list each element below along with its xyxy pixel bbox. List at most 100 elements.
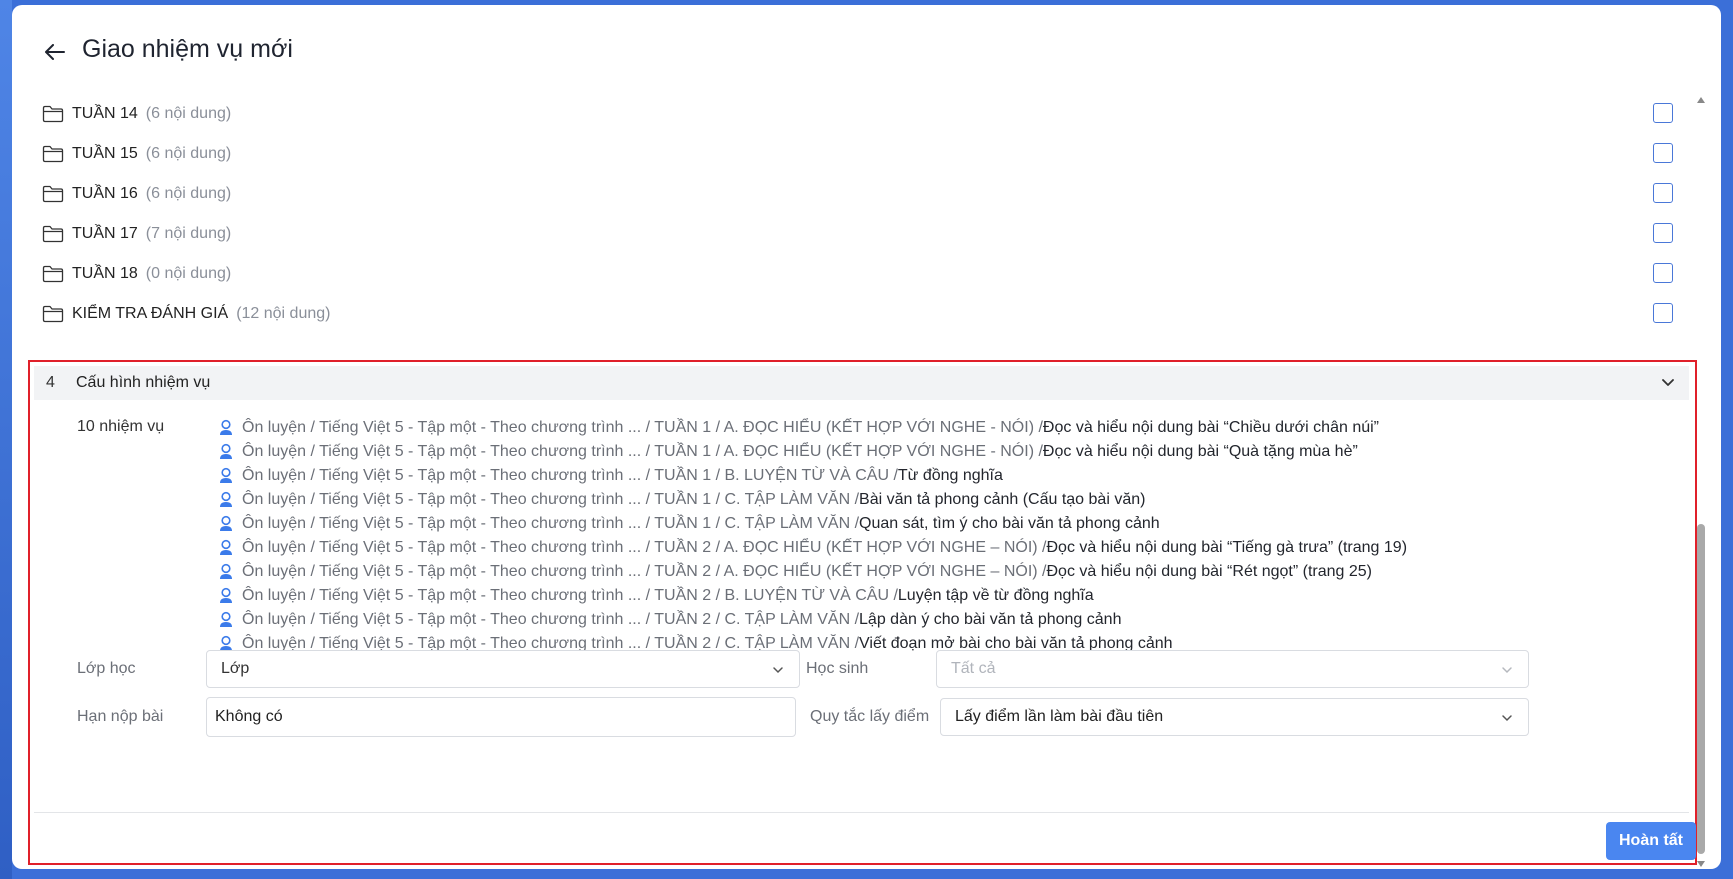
folder-checkbox[interactable] [1653, 103, 1673, 123]
folder-checkbox[interactable] [1653, 223, 1673, 243]
desktop-background [0, 0, 12, 879]
task-path: Ôn luyện / Tiếng Việt 5 - Tập một - Theo… [242, 419, 1043, 436]
folder-row[interactable]: TUẦN 14 (6 nội dung) [12, 95, 1692, 135]
user-icon [220, 515, 232, 531]
task-name: Từ đồng nghĩa [897, 467, 1003, 484]
task-name: Đọc và hiểu nội dung bài “Chiều dưới châ… [1042, 419, 1379, 436]
page-header: Giao nhiệm vụ mới [12, 5, 1721, 93]
task-path: Ôn luyện / Tiếng Việt 5 - Tập một - Theo… [242, 611, 860, 628]
user-icon [220, 443, 232, 459]
task-path: Ôn luyện / Tiếng Việt 5 - Tập một - Theo… [242, 563, 1047, 580]
divider [34, 812, 1689, 813]
folder-row[interactable]: TUẦN 17 (7 nội dung) [12, 215, 1692, 255]
folder-row[interactable]: KIỂM TRA ĐÁNH GIÁ (12 nội dung) [12, 295, 1692, 335]
folder-count: (6 nội dung) [145, 145, 232, 162]
task-path: Ôn luyện / Tiếng Việt 5 - Tập một - Theo… [242, 539, 1047, 556]
task-name: Lập dàn ý cho bài văn tả phong cảnh [859, 611, 1122, 628]
user-icon [220, 491, 232, 507]
folder-label: TUẦN 16 (6 nội dung) [72, 185, 231, 203]
folder-name: TUẦN 16 [72, 185, 138, 202]
chevron-down-icon [773, 667, 783, 674]
chevron-down-icon[interactable] [1659, 373, 1677, 391]
step-number: 4 [46, 374, 55, 391]
class-select-value: Lớp [221, 660, 250, 677]
folder-checkbox[interactable] [1653, 183, 1673, 203]
folder-count: (7 nội dung) [145, 225, 232, 242]
folder-name: TUẦN 15 [72, 145, 138, 162]
folder-checkbox[interactable] [1653, 303, 1673, 323]
folder-icon [42, 305, 64, 323]
task-item: Ôn luyện / Tiếng Việt 5 - Tập một - Theo… [218, 536, 1678, 560]
folder-name: KIỂM TRA ĐÁNH GIÁ [72, 305, 229, 322]
score-rule-select[interactable]: Lấy điểm lần làm bài đầu tiên [940, 698, 1529, 736]
back-arrow-icon[interactable] [40, 37, 70, 67]
task-path: Ôn luyện / Tiếng Việt 5 - Tập một - Theo… [242, 515, 860, 532]
folder-checkbox[interactable] [1653, 143, 1673, 163]
folder-row[interactable]: TUẦN 15 (6 nội dung) [12, 135, 1692, 175]
scroll-up-arrow-icon[interactable] [1697, 97, 1705, 103]
score-rule-label: Quy tắc lấy điểm [810, 708, 930, 725]
folder-icon [42, 225, 64, 243]
user-icon [220, 419, 232, 435]
deadline-label: Hạn nộp bài [77, 708, 164, 725]
folder-name: TUẦN 14 [72, 105, 138, 122]
task-name: Bài văn tả phong cảnh (Cấu tạo bài văn) [859, 491, 1146, 508]
folder-icon [42, 185, 64, 203]
task-config-section: 4 Cấu hình nhiệm vụ 10 nhiệm vụ Ôn luyện… [28, 360, 1697, 865]
folder-row[interactable]: TUẦN 16 (6 nội dung) [12, 175, 1692, 215]
task-item: Ôn luyện / Tiếng Việt 5 - Tập một - Theo… [218, 608, 1678, 632]
student-select[interactable]: Tất cả [936, 650, 1529, 688]
task-path: Ôn luyện / Tiếng Việt 5 - Tập một - Theo… [242, 587, 898, 604]
folder-count: (12 nội dung) [236, 305, 331, 322]
task-path: Ôn luyện / Tiếng Việt 5 - Tập một - Theo… [242, 443, 1043, 460]
tasks-count-label: 10 nhiệm vụ [77, 418, 165, 435]
folder-label: TUẦN 15 (6 nội dung) [72, 145, 231, 163]
folder-checkbox[interactable] [1653, 263, 1673, 283]
class-select[interactable]: Lớp [206, 650, 800, 688]
user-icon [220, 587, 232, 603]
task-item: Ôn luyện / Tiếng Việt 5 - Tập một - Theo… [218, 560, 1678, 584]
task-name: Đọc và hiểu nội dung bài “Rét ngọt” (tra… [1046, 563, 1373, 580]
task-name: Luyện tập về từ đồng nghĩa [897, 587, 1094, 604]
folder-count: (6 nội dung) [145, 185, 232, 202]
folder-icon [42, 105, 64, 123]
page-title: Giao nhiệm vụ mới [82, 35, 293, 63]
section-title: Cấu hình nhiệm vụ [76, 374, 211, 391]
app-window: Giao nhiệm vụ mới TUẦN 14 (6 nội dung) TUẦ… [12, 5, 1721, 869]
folder-icon [42, 265, 64, 283]
task-item: Ôn luyện / Tiếng Việt 5 - Tập một - Theo… [218, 512, 1678, 536]
task-path: Ôn luyện / Tiếng Việt 5 - Tập một - Theo… [242, 491, 860, 508]
deadline-input[interactable] [206, 697, 796, 737]
task-item: Ôn luyện / Tiếng Việt 5 - Tập một - Theo… [218, 416, 1678, 440]
folder-list: TUẦN 14 (6 nội dung) TUẦN 15 (6 nội dung) TU… [12, 95, 1692, 335]
folder-label: TUẦN 17 (7 nội dung) [72, 225, 231, 243]
scroll-down-arrow-icon[interactable] [1697, 861, 1705, 867]
chevron-down-icon [1502, 715, 1512, 722]
task-item: Ôn luyện / Tiếng Việt 5 - Tập một - Theo… [218, 488, 1678, 512]
user-icon [220, 539, 232, 555]
student-label: Học sinh [806, 660, 869, 677]
class-label: Lớp học [77, 660, 136, 677]
task-name: Quan sát, tìm ý cho bài văn tả phong cản… [859, 515, 1160, 532]
task-item: Ôn luyện / Tiếng Việt 5 - Tập một - Theo… [218, 584, 1678, 608]
folder-row[interactable]: TUẦN 18 (0 nội dung) [12, 255, 1692, 295]
task-path: Ôn luyện / Tiếng Việt 5 - Tập một - Theo… [242, 467, 898, 484]
folder-count: (0 nội dung) [145, 265, 232, 282]
task-name: Đọc và hiểu nội dung bài “Tiếng gà trưa”… [1046, 539, 1408, 556]
task-item: Ôn luyện / Tiếng Việt 5 - Tập một - Theo… [218, 464, 1678, 488]
finish-button[interactable]: Hoàn tất [1606, 822, 1696, 860]
task-list: Ôn luyện / Tiếng Việt 5 - Tập một - Theo… [218, 416, 1678, 656]
user-icon [220, 611, 232, 627]
folder-label: TUẦN 18 (0 nội dung) [72, 265, 231, 283]
chevron-down-icon [1502, 667, 1512, 674]
task-item: Ôn luyện / Tiếng Việt 5 - Tập một - Theo… [218, 440, 1678, 464]
task-name: Đọc và hiểu nội dung bài “Quà tặng mùa h… [1042, 443, 1358, 460]
folder-label: TUẦN 14 (6 nội dung) [72, 105, 231, 123]
folder-label: KIỂM TRA ĐÁNH GIÁ (12 nội dung) [72, 305, 330, 323]
user-icon [220, 563, 232, 579]
section-header[interactable]: 4 Cấu hình nhiệm vụ [34, 366, 1689, 400]
student-select-value: Tất cả [951, 660, 996, 677]
folder-count: (6 nội dung) [145, 105, 232, 122]
scrollbar-thumb[interactable] [1697, 524, 1705, 854]
folder-name: TUẦN 17 [72, 225, 138, 242]
